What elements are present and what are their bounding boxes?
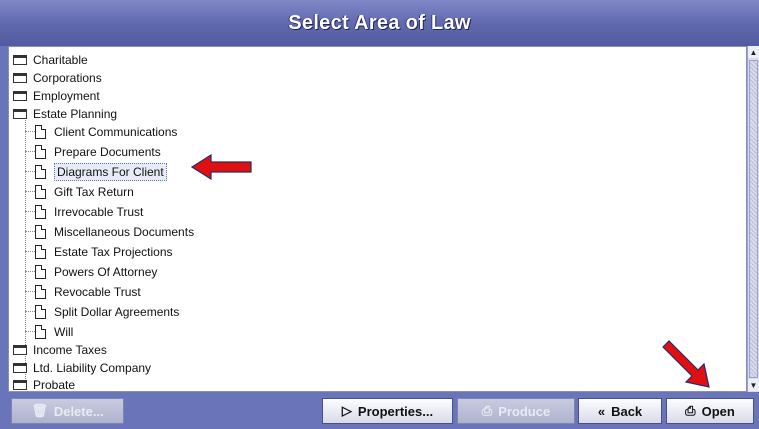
document-icon	[35, 184, 46, 199]
folder-icon	[13, 379, 27, 390]
properties-button-label: Properties...	[357, 403, 434, 419]
folder-icon	[13, 90, 27, 101]
document-icon	[35, 244, 46, 259]
folder-icon	[13, 362, 27, 373]
tree-item-label: Charitable	[33, 52, 88, 67]
tree-item-label-selected: Diagrams For Client	[54, 162, 167, 181]
tree-item-label: Corporations	[33, 70, 102, 85]
tree-item-label: Revocable Trust	[54, 284, 141, 299]
tree-item-diagrams-for-client[interactable]: Diagrams For Client	[35, 162, 167, 181]
tree-item-label: Estate Planning	[33, 106, 118, 121]
tree-item-label: Gift Tax Return	[54, 184, 134, 199]
document-icon	[35, 164, 46, 179]
tree-folder-charitable[interactable]: Charitable	[13, 50, 88, 69]
tree-item-label: Client Communications	[54, 124, 178, 139]
scrollbar-thumb[interactable]	[749, 60, 758, 378]
tree-folder-probate[interactable]: Probate	[13, 375, 76, 392]
properties-icon: ▷	[341, 403, 352, 418]
tree-item-label: Prepare Documents	[54, 144, 161, 159]
tree-folder-estate-planning[interactable]: Estate Planning	[13, 104, 117, 123]
tree-item-label: Irrevocable Trust	[54, 204, 144, 219]
annotation-arrow-left-icon	[191, 154, 252, 180]
folder-icon	[13, 54, 27, 65]
tree-item-label: Income Taxes	[33, 342, 107, 357]
properties-button[interactable]: ▷ Properties...	[322, 398, 453, 424]
tree-item-revocable-trust[interactable]: Revocable Trust	[35, 282, 141, 301]
annotation-arrow-diagonal-icon	[662, 340, 710, 388]
trash-icon: 🗑	[31, 403, 48, 418]
tree-item-will[interactable]: Will	[35, 322, 73, 341]
document-icon	[35, 324, 46, 339]
window-title: Select Area of Law	[288, 11, 471, 34]
tree-item-estate-tax-projections[interactable]: Estate Tax Projections	[35, 242, 173, 261]
title-bar: Select Area of Law	[0, 0, 759, 46]
document-icon	[35, 284, 46, 299]
back-button-label: Back	[611, 403, 643, 419]
tree-item-prepare-documents[interactable]: Prepare Documents	[35, 142, 161, 161]
tree-item-label: Employment	[33, 88, 100, 103]
tree-item-label: Estate Tax Projections	[54, 244, 173, 259]
scroll-up-icon[interactable]: ▲	[748, 46, 759, 58]
back-chevron-icon: «	[597, 403, 606, 419]
open-button-label: Open	[701, 403, 735, 419]
tree-item-label: Ltd. Liability Company	[33, 360, 152, 375]
tree-folder-corporations[interactable]: Corporations	[13, 68, 102, 87]
back-button[interactable]: « Back	[578, 398, 662, 424]
document-icon	[35, 264, 46, 279]
produce-button[interactable]: ⎙ Produce	[457, 398, 575, 424]
tree-scrollbar[interactable]: ▲ ▼	[747, 46, 759, 392]
printer-icon: ⎙	[481, 403, 493, 418]
delete-button[interactable]: 🗑 Delete...	[11, 398, 124, 424]
tree-item-label: Will	[54, 324, 74, 339]
tree-item-miscellaneous-documents[interactable]: Miscellaneous Documents	[35, 222, 194, 241]
tree-folder-employment[interactable]: Employment	[13, 86, 100, 105]
scroll-down-icon[interactable]: ▼	[748, 379, 759, 391]
open-button[interactable]: ⎙ Open	[666, 398, 754, 424]
tree-item-split-dollar-agreements[interactable]: Split Dollar Agreements	[35, 302, 179, 321]
document-icon	[35, 144, 46, 159]
area-of-law-tree[interactable]: Charitable Corporations Employment Estat…	[8, 46, 747, 392]
document-icon	[35, 124, 46, 139]
delete-button-label: Delete...	[53, 403, 104, 419]
tree-item-gift-tax-return[interactable]: Gift Tax Return	[35, 182, 134, 201]
document-icon	[35, 304, 46, 319]
tree-item-label: Probate	[33, 377, 76, 392]
folder-icon	[13, 344, 27, 355]
tree-folder-income-taxes[interactable]: Income Taxes	[13, 340, 107, 359]
open-icon: ⎙	[685, 403, 696, 418]
document-icon	[35, 224, 46, 239]
tree-item-client-communications[interactable]: Client Communications	[35, 122, 177, 141]
folder-icon	[13, 72, 27, 83]
produce-button-label: Produce	[498, 403, 551, 419]
tree-item-label: Powers Of Attorney	[54, 264, 158, 279]
tree-item-irrevocable-trust[interactable]: Irrevocable Trust	[35, 202, 143, 221]
folder-icon	[13, 108, 27, 119]
tree-item-label: Split Dollar Agreements	[54, 304, 180, 319]
document-icon	[35, 204, 46, 219]
tree-item-powers-of-attorney[interactable]: Powers Of Attorney	[35, 262, 157, 281]
tree-item-label: Miscellaneous Documents	[54, 224, 195, 239]
